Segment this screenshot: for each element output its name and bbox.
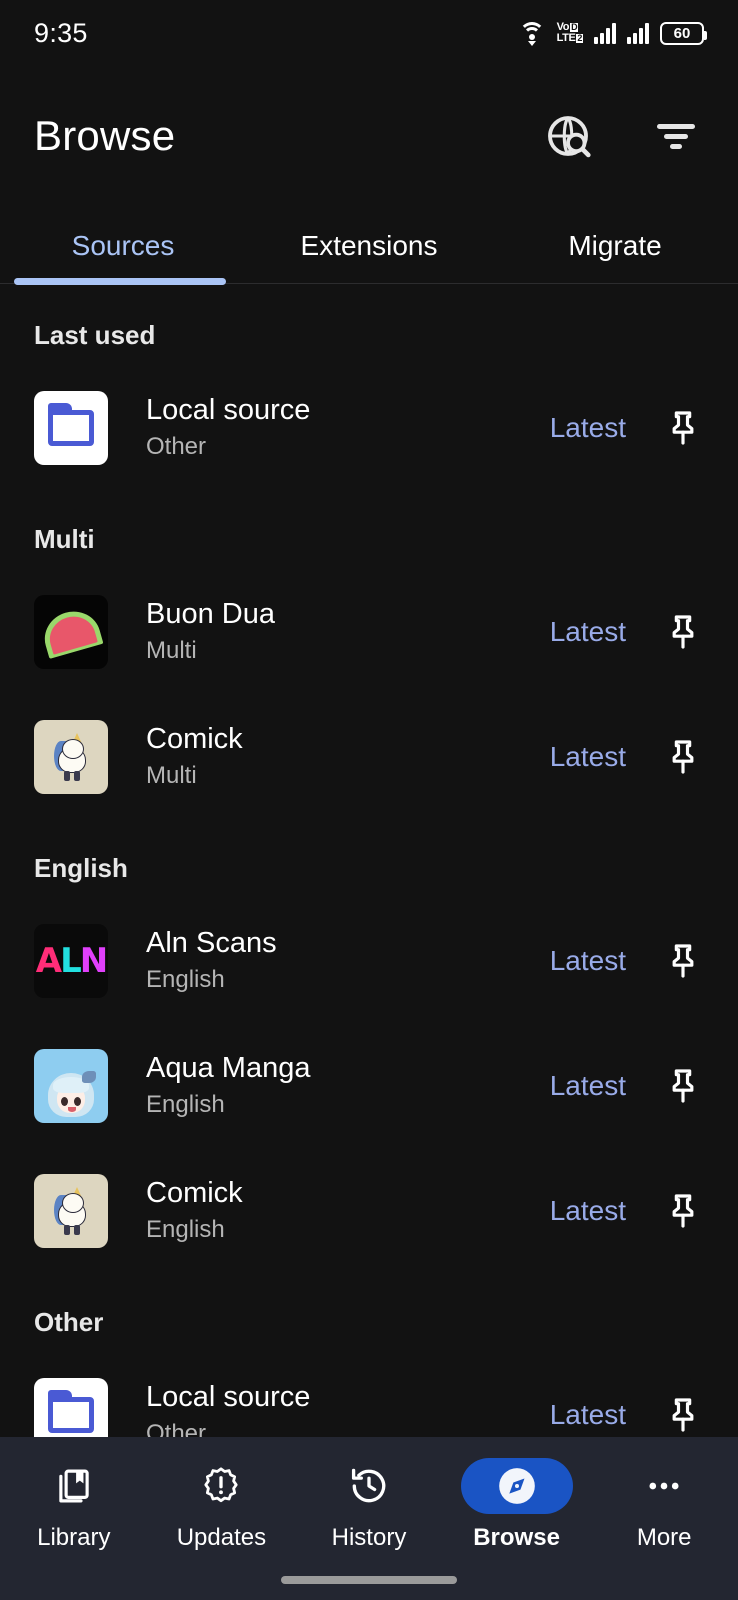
app-bar: Browse xyxy=(0,66,738,206)
source-info: Buon Dua Multi xyxy=(108,598,550,665)
source-row-local-source-last-used[interactable]: Local source Other Latest xyxy=(0,365,738,490)
source-row-local-source-other[interactable]: Local source Other Latest xyxy=(0,1352,738,1437)
volte-bottom-label: LTE xyxy=(556,32,576,44)
source-name: Local source xyxy=(146,394,311,426)
pin-icon[interactable] xyxy=(652,1180,714,1242)
source-language: English xyxy=(146,966,225,993)
source-info: Local source Other xyxy=(108,1381,550,1437)
status-bar: 9:35 Vo D LTE 2 60 xyxy=(0,0,738,66)
latest-link[interactable]: Latest xyxy=(550,1399,652,1431)
aqua-character-icon xyxy=(34,1048,108,1123)
gesture-home-bar[interactable] xyxy=(281,1576,457,1584)
globe-search-icon[interactable] xyxy=(540,108,596,164)
signal-bars-icon-2 xyxy=(627,22,649,44)
tab-sources[interactable]: Sources xyxy=(0,206,246,286)
section-header-other: Other xyxy=(34,1307,104,1337)
local-source-icon xyxy=(34,1377,108,1437)
source-language: English xyxy=(146,1216,225,1243)
watermelon-icon xyxy=(34,594,108,669)
nav-item-library[interactable]: Library xyxy=(0,1437,148,1561)
more-dots-icon xyxy=(608,1458,720,1514)
pin-icon[interactable] xyxy=(652,397,714,459)
nav-item-more[interactable]: More xyxy=(590,1437,738,1561)
latest-link[interactable]: Latest xyxy=(550,945,652,977)
volte-top-badge: D xyxy=(570,22,579,32)
pin-icon[interactable] xyxy=(652,726,714,788)
status-icons: Vo D LTE 2 60 xyxy=(518,21,707,46)
tab-active-indicator xyxy=(14,278,226,285)
filter-icon[interactable] xyxy=(648,108,704,164)
source-language: Other xyxy=(146,433,207,460)
bottom-navigation: Library Updates History Browse More xyxy=(0,1437,738,1600)
source-language: Multi xyxy=(146,637,197,664)
nav-item-history[interactable]: History xyxy=(295,1437,443,1561)
signal-bars-icon-1 xyxy=(594,22,616,44)
source-row-buon-dua[interactable]: Buon Dua Multi Latest xyxy=(0,569,738,694)
aln-logo-icon: ALN xyxy=(34,923,108,998)
section-header-english: English xyxy=(34,853,128,883)
latest-link[interactable]: Latest xyxy=(550,741,652,773)
updates-alert-icon xyxy=(165,1458,277,1514)
pin-icon[interactable] xyxy=(652,1055,714,1117)
volte-bottom-badge: 2 xyxy=(576,33,583,43)
source-name: Buon Dua xyxy=(146,598,275,630)
nav-label-history: History xyxy=(331,1524,407,1551)
nav-label-library: Library xyxy=(37,1524,111,1551)
section-header-last-used: Last used xyxy=(34,320,156,350)
source-name: Comick xyxy=(146,1177,243,1209)
battery-percent: 60 xyxy=(673,24,691,42)
pin-icon[interactable] xyxy=(652,930,714,992)
tab-migrate[interactable]: Migrate xyxy=(492,206,738,286)
battery-icon: 60 xyxy=(660,21,707,45)
source-info: Aln Scans English xyxy=(108,927,550,994)
tab-bar: Sources Extensions Migrate xyxy=(0,206,738,286)
nav-item-updates[interactable]: Updates xyxy=(148,1437,296,1561)
history-clock-icon xyxy=(313,1458,425,1514)
source-language: English xyxy=(146,1091,225,1118)
browse-screen: 9:35 Vo D LTE 2 60 Browse Sources Extens… xyxy=(0,0,738,1600)
source-name: Comick xyxy=(146,723,243,755)
source-info: Aqua Manga English xyxy=(108,1052,550,1119)
unicorn-icon xyxy=(34,719,108,794)
latest-link[interactable]: Latest xyxy=(550,412,652,444)
page-title: Browse xyxy=(34,112,176,159)
volte-indicator: Vo D LTE 2 xyxy=(557,22,583,44)
unicorn-icon xyxy=(34,1173,108,1248)
app-bar-actions xyxy=(540,108,704,164)
source-row-comick-english[interactable]: Comick English Latest xyxy=(0,1148,738,1273)
library-books-icon xyxy=(18,1458,130,1514)
source-info: Comick English xyxy=(108,1177,550,1244)
source-name: Local source xyxy=(146,1381,311,1413)
source-language: Multi xyxy=(146,762,197,789)
latest-link[interactable]: Latest xyxy=(550,1195,652,1227)
local-source-icon xyxy=(34,390,108,465)
wifi-icon xyxy=(518,22,546,46)
bottom-nav-items: Library Updates History Browse More xyxy=(0,1437,738,1561)
source-row-comick-multi[interactable]: Comick Multi Latest xyxy=(0,694,738,819)
pin-icon[interactable] xyxy=(652,601,714,663)
nav-label-more: More xyxy=(636,1524,692,1551)
source-info: Comick Multi xyxy=(108,723,550,790)
compass-icon xyxy=(460,1458,573,1514)
source-list[interactable]: Last used Local source Other Latest Mult… xyxy=(0,286,738,1437)
source-row-aqua-manga[interactable]: Aqua Manga English Latest xyxy=(0,1023,738,1148)
nav-label-browse: Browse xyxy=(473,1524,560,1551)
section-header-multi: Multi xyxy=(34,524,95,554)
nav-label-updates: Updates xyxy=(176,1524,267,1551)
latest-link[interactable]: Latest xyxy=(550,1070,652,1102)
latest-link[interactable]: Latest xyxy=(550,616,652,648)
source-info: Local source Other xyxy=(108,394,550,461)
status-time: 9:35 xyxy=(34,17,88,48)
nav-item-browse[interactable]: Browse xyxy=(443,1437,591,1561)
source-name: Aqua Manga xyxy=(146,1052,311,1084)
source-row-aln-scans[interactable]: ALN Aln Scans English Latest xyxy=(0,898,738,1023)
tab-extensions[interactable]: Extensions xyxy=(246,206,492,286)
source-name: Aln Scans xyxy=(146,927,277,959)
pin-icon[interactable] xyxy=(652,1384,714,1438)
source-language: Other xyxy=(146,1420,207,1437)
